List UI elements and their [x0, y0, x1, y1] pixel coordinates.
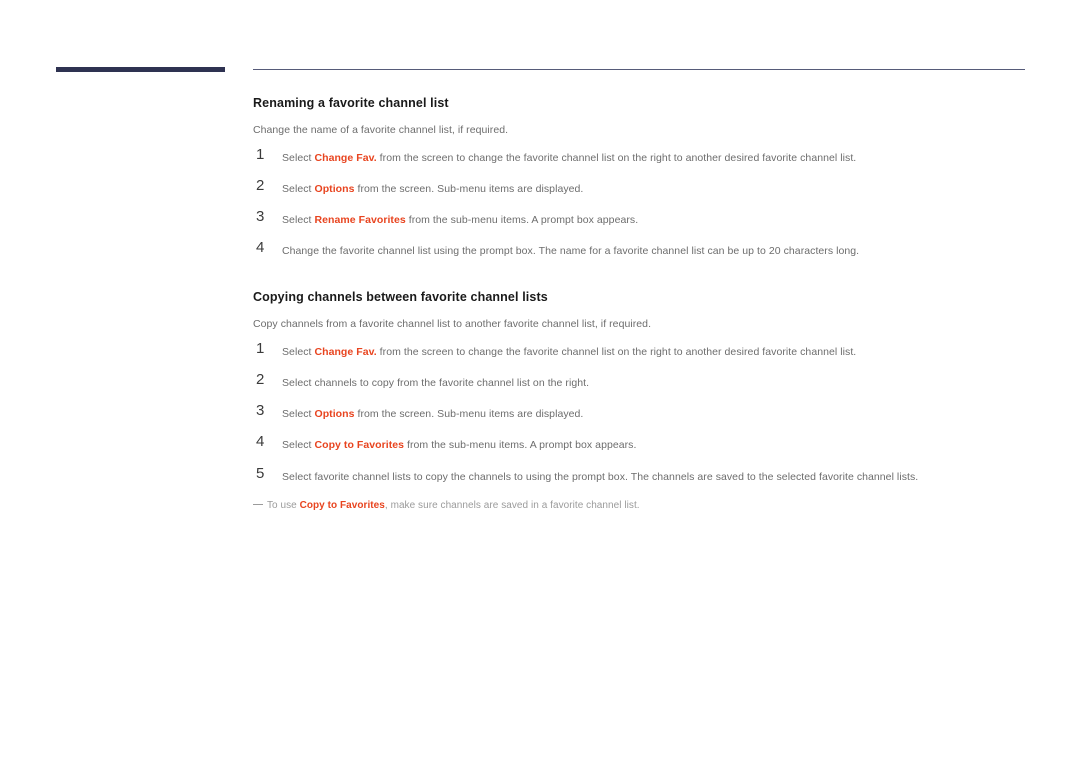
- step-highlight-term: Rename Favorites: [314, 213, 406, 226]
- header-accent-bar: [56, 67, 225, 72]
- step-text-run: Select: [282, 408, 315, 421]
- step-item: 5 Select favorite channel lists to copy t…: [253, 465, 1043, 484]
- step-description: Select Change Fav. from the screen to ch…: [282, 344, 1043, 359]
- step-number: 2: [256, 371, 265, 389]
- step-text-run: Select channels to copy from the favorit…: [282, 377, 590, 390]
- step-item: 2 Select Options from the screen. Sub-men…: [253, 177, 1043, 196]
- note-text-run: To use: [267, 499, 300, 511]
- step-description: Select Rename Favorites from the sub-men…: [282, 212, 1043, 227]
- step-description: Select Options from the screen. Sub-menu…: [282, 406, 1043, 421]
- step-item: 4 Change the favorite channel list using …: [253, 239, 1043, 258]
- step-number: 2: [256, 176, 265, 194]
- step-list: 1 Select Change Fav. from the screen to c…: [253, 146, 1043, 259]
- step-text-run: Select: [282, 439, 315, 452]
- section-intro-text: Change the name of a favorite channel li…: [253, 124, 509, 136]
- step-text-run: Select favorite channel lists to copy th…: [282, 470, 919, 483]
- step-item: 4 Select Copy to Favorites from the sub-m…: [253, 433, 1043, 452]
- note-callout: To use Copy to Favorites, make sure chan…: [253, 499, 1043, 512]
- step-description: Select favorite channel lists to copy th…: [282, 469, 1043, 484]
- document-section: Copying channels between favorite channe…: [253, 290, 1043, 512]
- step-description: Select Copy to Favorites from the sub-me…: [282, 437, 1043, 452]
- step-number: 1: [256, 339, 265, 357]
- step-list: 1 Select Change Fav. from the screen to c…: [253, 340, 1043, 484]
- step-text-run: Change the favorite channel list using t…: [282, 245, 860, 258]
- step-description: Select Change Fav. from the screen to ch…: [282, 150, 1043, 165]
- section-intro-text: Copy channels from a favorite channel li…: [253, 318, 652, 331]
- step-text-run: Select: [282, 151, 315, 164]
- step-description: Select channels to copy from the favorit…: [282, 375, 1043, 390]
- step-highlight-term: Change Fav.: [314, 151, 377, 164]
- step-text-run: from the screen to change the favorite c…: [376, 345, 857, 358]
- step-text-run: from the screen. Sub-menu items are disp…: [354, 182, 584, 195]
- step-text-run: Select: [282, 213, 315, 226]
- note-dash-icon: [253, 503, 263, 506]
- step-text-run: Select: [282, 345, 315, 358]
- step-text-run: from the screen. Sub-menu items are disp…: [354, 408, 584, 421]
- step-text-run: from the screen to change the favorite c…: [376, 151, 857, 164]
- step-number: 3: [256, 207, 265, 225]
- step-item: 3 Select Rename Favorites from the sub-me…: [253, 208, 1043, 227]
- step-highlight-term: Change Fav.: [314, 345, 377, 358]
- step-item: 2 Select channels to copy from the favori…: [253, 371, 1043, 390]
- step-number: 1: [256, 145, 265, 163]
- step-highlight-term: Options: [314, 408, 355, 421]
- document-content: Renaming a favorite channel list Change t…: [253, 96, 1043, 512]
- step-item: 3 Select Options from the screen. Sub-men…: [253, 402, 1043, 421]
- note-text-run: , make sure channels are saved in a favo…: [384, 499, 640, 511]
- step-text-run: Select: [282, 182, 315, 195]
- step-description: Change the favorite channel list using t…: [282, 243, 1043, 258]
- header-horizontal-rule: [253, 69, 1025, 70]
- step-item: 1 Select Change Fav. from the screen to c…: [253, 146, 1043, 165]
- section-heading: Copying channels between favorite channe…: [253, 290, 548, 305]
- step-number: 4: [256, 239, 265, 257]
- step-number: 3: [256, 402, 265, 420]
- section-heading: Renaming a favorite channel list: [253, 96, 449, 110]
- step-highlight-term: Options: [314, 182, 355, 195]
- step-item: 1 Select Change Fav. from the screen to c…: [253, 340, 1043, 359]
- step-description: Select Options from the screen. Sub-menu…: [282, 181, 1043, 196]
- step-text-run: from the sub-menu items. A prompt box ap…: [405, 213, 639, 226]
- step-number: 5: [256, 464, 265, 482]
- document-section: Renaming a favorite channel list Change t…: [253, 96, 1043, 258]
- note-highlight-term: Copy to Favorites: [299, 499, 385, 511]
- step-text-run: from the sub-menu items. A prompt box ap…: [404, 439, 637, 452]
- step-number: 4: [256, 433, 265, 451]
- step-highlight-term: Copy to Favorites: [314, 439, 405, 452]
